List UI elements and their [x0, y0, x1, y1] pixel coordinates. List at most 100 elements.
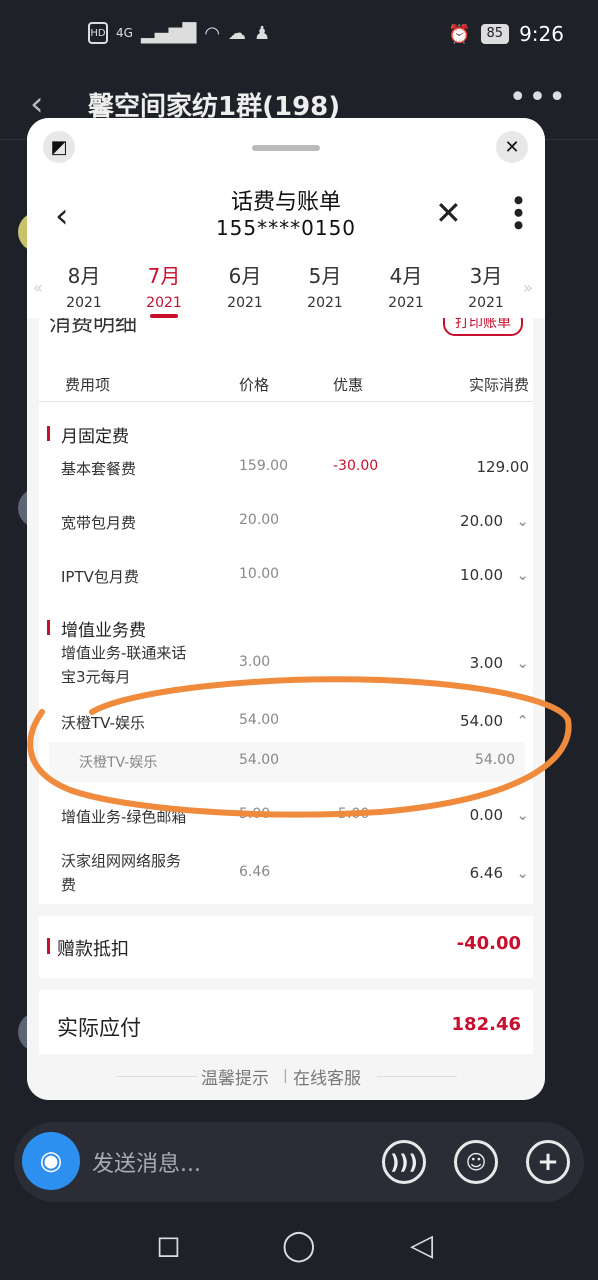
menu-dots-icon[interactable]: •••	[501, 192, 534, 230]
tab-month-label: 6月	[228, 264, 262, 288]
row-actual: 20.00	[460, 512, 503, 530]
voice-icon[interactable]: )))	[382, 1140, 426, 1184]
table-row[interactable]: 沃家组网网络服务 费 6.46 6.46 ⌄	[39, 850, 533, 896]
minimize-icon[interactable]: ◩	[43, 131, 75, 163]
tab-month-label: 7月	[147, 264, 181, 288]
tab-month-label: 4月	[389, 264, 423, 288]
accent-bar	[47, 938, 50, 954]
chevron-up-icon[interactable]: ⌃	[516, 712, 529, 730]
tips-link[interactable]: 温馨提示	[201, 1064, 269, 1089]
chevron-down-icon[interactable]: ⌄	[516, 654, 529, 672]
row-item: 增值业务-绿色邮箱	[61, 808, 187, 826]
sheet-footer: 温馨提示 | 在线客服	[27, 1054, 545, 1100]
page-header: ‹ 话费与账单 155****0150 ✕ ••• « 8月 2021 7月 2…	[27, 178, 545, 318]
tab-month[interactable]: 4月 2021	[371, 260, 441, 311]
sheet-top-bar: ◩ ✕	[27, 118, 545, 178]
camera-icon[interactable]: ◉	[22, 1132, 80, 1190]
divider	[377, 1076, 457, 1077]
group-title-label: 月固定费	[61, 427, 129, 447]
row-price: 20.00	[239, 512, 280, 528]
payable-label: 实际应付	[57, 1016, 141, 1040]
chevron-left-icon[interactable]: «	[33, 278, 43, 297]
row-item: 基本套餐费	[61, 460, 137, 478]
row-item: 宽带包月费	[61, 514, 137, 532]
tab-year-label: 2021	[468, 295, 504, 311]
bill-sheet: ◩ ✕ ‹ 话费与账单 155****0150 ✕ ••• « 8月 2021 …	[27, 118, 545, 1100]
donation-label: 赠款抵扣	[57, 939, 129, 960]
plus-icon[interactable]: +	[526, 1140, 570, 1184]
tab-year-label: 2021	[388, 295, 424, 311]
system-nav-bar: ◻ ◯ ◁	[0, 1210, 598, 1280]
network-type: 4G	[116, 26, 133, 40]
tab-year-label: 2021	[146, 295, 182, 311]
row-item: 增值业务-联通来话	[61, 644, 187, 662]
status-right: ⏰ 85 9:26	[448, 22, 564, 46]
message-input-bar: ◉ 发送消息... ))) ☺ +	[14, 1122, 584, 1202]
row-price: 159.00	[239, 458, 288, 474]
page-title: 话费与账单	[230, 190, 341, 215]
table-header: 费用项 价格 优惠 实际消费	[39, 366, 533, 402]
row-discount: -30.00	[333, 458, 379, 474]
month-tabs: « 8月 2021 7月 2021 6月 2021 5月 2021 4月 202…	[27, 260, 545, 320]
tab-month-label: 5月	[308, 264, 342, 288]
hd-icon: HD	[88, 22, 108, 44]
signal-icon: ▂▄▆█	[140, 22, 197, 44]
emoji-icon[interactable]: ☺	[454, 1140, 498, 1184]
col-price: 价格	[239, 376, 270, 394]
col-discount: 优惠	[333, 376, 364, 394]
row-price: 3.00	[239, 654, 271, 670]
payable-card: 实际应付 182.46	[39, 990, 533, 1054]
phone-number: 155****0150	[215, 216, 357, 240]
tab-month[interactable]: 3月 2021	[451, 260, 521, 311]
row-item: 沃家组网网络服务	[61, 852, 182, 870]
tab-month-active[interactable]: 7月 2021	[129, 260, 199, 318]
group-title-label: 增值业务费	[61, 621, 146, 641]
row-actual: 129.00	[476, 458, 530, 476]
payable-value: 182.46	[451, 1014, 521, 1035]
status-left: HD 4G ▂▄▆█ ◠ ☁ ♟	[88, 22, 270, 44]
footer-separator: |	[283, 1068, 288, 1084]
tab-year-label: 2021	[227, 295, 263, 311]
row-actual: 10.00	[460, 566, 503, 584]
row-actual: 6.46	[469, 864, 503, 882]
chevron-down-icon[interactable]: ⌄	[516, 566, 529, 584]
donation-value: -40.00	[456, 933, 521, 954]
clock: 9:26	[519, 22, 564, 46]
row-discount: -5.00	[333, 806, 370, 822]
chevron-down-icon[interactable]: ⌄	[516, 806, 529, 824]
back-nav-icon[interactable]: ◁	[410, 1228, 433, 1263]
bill-details-card: 消费明细 打印账单 费用项 价格 优惠 实际消费 月固定费 基本套餐费 159.…	[39, 318, 533, 904]
divider	[117, 1076, 197, 1077]
row-price: 5.00	[239, 806, 271, 822]
row-item-continued: 费	[61, 876, 77, 894]
recent-apps-icon[interactable]: ◻	[156, 1228, 181, 1263]
online-service-link[interactable]: 在线客服	[293, 1064, 361, 1089]
table-row[interactable]: 增值业务-联通来话 宝3元每月 3.00 3.00 ⌄	[39, 642, 533, 688]
row-item: 沃橙TV-娱乐	[61, 714, 145, 732]
tab-month[interactable]: 6月 2021	[210, 260, 280, 311]
subrow-actual: 54.00	[474, 752, 515, 768]
chevron-down-icon[interactable]: ⌄	[516, 864, 529, 882]
row-actual: 54.00	[460, 712, 503, 730]
print-bill-button[interactable]: 打印账单	[443, 318, 523, 336]
row-price: 6.46	[239, 864, 271, 880]
home-icon[interactable]: ◯	[282, 1228, 316, 1263]
message-input[interactable]: 发送消息...	[92, 1146, 201, 1178]
close-icon[interactable]: ✕	[435, 194, 462, 232]
drag-handle[interactable]	[252, 145, 320, 151]
row-price: 54.00	[239, 712, 280, 728]
row-actual: 0.00	[469, 806, 503, 824]
tab-month-label: 3月	[469, 264, 503, 288]
tab-month[interactable]: 8月 2021	[49, 260, 119, 311]
subrow-price: 54.00	[239, 752, 280, 768]
wifi-icon: ◠	[204, 22, 221, 44]
tab-month[interactable]: 5月 2021	[290, 260, 360, 311]
close-sheet-icon[interactable]: ✕	[496, 131, 528, 163]
col-actual: 实际消费	[468, 376, 529, 394]
chevron-right-icon[interactable]: »	[523, 278, 533, 297]
qq-icon: ♟	[254, 22, 271, 44]
chevron-down-icon[interactable]: ⌄	[516, 512, 529, 530]
more-options-icon[interactable]: •••	[509, 80, 568, 115]
group-title: 增值业务费	[47, 616, 146, 641]
alarm-icon: ⏰	[448, 23, 471, 45]
